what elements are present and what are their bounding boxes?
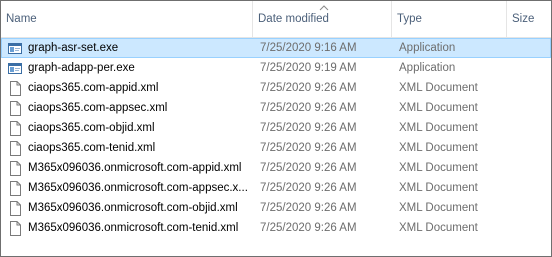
file-type: Application [399,62,456,74]
file-type: Application [399,42,456,54]
file-row[interactable]: graph-asr-set.exe 7/25/2020 9:16 AM Applic… [1,38,551,58]
file-name: M365x096036.onmicrosoft.com-tenid.xml [28,222,239,234]
document-icon [8,201,22,216]
file-name: M365x096036.onmicrosoft.com-appid.xml [28,162,242,174]
exe-icon [8,61,22,76]
file-name: ciaops365.com-objid.xml [28,122,155,134]
document-icon [8,81,22,96]
file-type: XML Document [399,222,478,234]
file-row[interactable]: M365x096036.onmicrosoft.com-appsec.x... 7… [1,178,551,198]
file-name: graph-adapp-per.exe [28,62,135,74]
file-date-modified: 7/25/2020 9:26 AM [260,122,357,134]
file-date-modified: 7/25/2020 9:19 AM [260,62,357,74]
file-row[interactable]: M365x096036.onmicrosoft.com-objid.xml 7/2… [1,198,551,218]
file-row[interactable]: M365x096036.onmicrosoft.com-tenid.xml 7/2… [1,218,551,238]
file-row[interactable]: ciaops365.com-tenid.xml 7/25/2020 9:26 AM… [1,138,551,158]
column-header-type-label: Type [397,13,422,25]
file-name: ciaops365.com-tenid.xml [28,142,156,154]
file-date-modified: 7/25/2020 9:26 AM [260,142,357,154]
file-date-modified: 7/25/2020 9:26 AM [260,182,357,194]
file-type: XML Document [399,122,478,134]
column-header-size[interactable]: Size [507,1,551,37]
column-header-name-label: Name [6,13,37,25]
file-type: XML Document [399,142,478,154]
file-date-modified: 7/25/2020 9:26 AM [260,222,357,234]
document-icon [8,121,22,136]
file-date-modified: 7/25/2020 9:16 AM [260,42,357,54]
document-icon [8,161,22,176]
file-date-modified: 7/25/2020 9:26 AM [260,82,357,94]
file-type: XML Document [399,82,478,94]
file-date-modified: 7/25/2020 9:26 AM [260,162,357,174]
file-date-modified: 7/25/2020 9:26 AM [260,202,357,214]
file-date-modified: 7/25/2020 9:26 AM [260,102,357,114]
column-header-name[interactable]: Name [1,1,253,37]
file-name: ciaops365.com-appid.xml [28,82,159,94]
file-row[interactable]: ciaops365.com-appid.xml 7/25/2020 9:26 AM… [1,78,551,98]
file-name: M365x096036.onmicrosoft.com-appsec.x... [28,182,248,194]
column-header-date-label: Date modified [258,13,329,25]
file-explorer-details-view: Name Date modified Type Size graph-asr-s… [0,0,552,257]
file-name: M365x096036.onmicrosoft.com-objid.xml [28,202,238,214]
file-type: XML Document [399,202,478,214]
document-icon [8,181,22,196]
sort-up-caret-icon [319,5,329,11]
file-type: XML Document [399,102,478,114]
file-list: graph-asr-set.exe 7/25/2020 9:16 AM Applic… [1,38,551,238]
file-type: XML Document [399,162,478,174]
column-header-size-label: Size [512,13,535,25]
column-header-type[interactable]: Type [392,1,507,37]
file-row[interactable]: M365x096036.onmicrosoft.com-appid.xml 7/2… [1,158,551,178]
file-row[interactable]: graph-adapp-per.exe 7/25/2020 9:19 AM Appl… [1,58,551,78]
file-row[interactable]: ciaops365.com-appsec.xml 7/25/2020 9:26 A… [1,98,551,118]
document-icon [8,141,22,156]
document-icon [8,221,22,236]
document-icon [8,101,22,116]
exe-icon [8,41,22,56]
file-name: graph-asr-set.exe [28,42,119,54]
file-type: XML Document [399,182,478,194]
column-header-bar: Name Date modified Type Size [1,1,551,38]
file-name: ciaops365.com-appsec.xml [28,102,168,114]
file-row[interactable]: ciaops365.com-objid.xml 7/25/2020 9:26 AM… [1,118,551,138]
